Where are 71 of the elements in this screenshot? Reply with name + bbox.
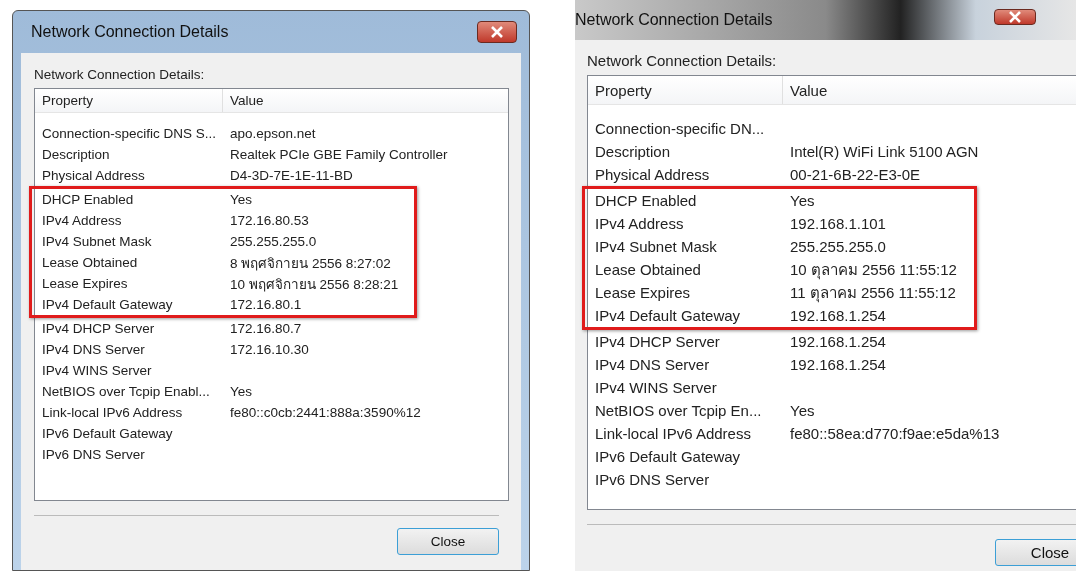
property-name: IPv4 Subnet Mask — [594, 238, 718, 255]
property-value: Yes — [229, 192, 253, 207]
property-name: Lease Obtained — [594, 261, 702, 278]
property-value: 10 ตุลาคม 2556 11:55:12 — [789, 259, 957, 282]
property-name: IPv4 Address — [41, 213, 123, 228]
property-name: IPv4 WINS Server — [41, 363, 153, 378]
property-name: IPv6 Default Gateway — [41, 426, 174, 441]
close-button[interactable] — [994, 9, 1036, 25]
column-header[interactable]: Property — [35, 89, 223, 112]
property-value: 10 พฤศจิกายน 2556 8:28:21 — [229, 275, 399, 294]
property-value: 00-21-6B-22-E3-0E — [789, 166, 921, 183]
property-name: IPv4 DNS Server — [41, 342, 146, 357]
property-value: 11 ตุลาคม 2556 11:55:12 — [789, 282, 956, 305]
property-value: 172.16.80.53 — [229, 213, 309, 228]
property-name: Link-local IPv6 Address — [41, 405, 184, 420]
property-value: Intel(R) WiFi Link 5100 AGN — [789, 143, 979, 160]
property-value: Realtek PCIe GBE Family Controller — [229, 147, 448, 162]
property-value: 172.16.80.7 — [229, 321, 302, 336]
property-value: 192.168.1.254 — [789, 356, 886, 373]
window-title: Network Connection Details — [31, 23, 229, 41]
column-header[interactable]: Value — [783, 76, 828, 104]
property-name: Lease Obtained — [41, 255, 139, 270]
property-name: NetBIOS over Tcpip En... — [594, 402, 763, 419]
section-label: Network Connection Details: — [587, 52, 778, 69]
property-name: NetBIOS over Tcpip Enabl... — [41, 384, 211, 399]
property-value: 192.168.1.254 — [789, 333, 886, 350]
property-name: Lease Expires — [594, 284, 692, 301]
property-name: IPv6 DNS Server — [41, 447, 146, 462]
property-name: IPv4 DHCP Server — [41, 321, 156, 336]
column-header[interactable]: Value — [223, 89, 264, 112]
property-name: Physical Address — [41, 168, 146, 183]
property-name: IPv4 DNS Server — [594, 356, 711, 373]
property-name: Lease Expires — [41, 276, 129, 291]
column-header[interactable]: Property — [588, 76, 783, 104]
property-name: DHCP Enabled — [41, 192, 135, 207]
property-name: IPv4 Address — [594, 215, 685, 232]
section-label: Network Connection Details: — [34, 67, 206, 82]
close-button[interactable]: Close — [995, 539, 1076, 566]
property-name: Description — [41, 147, 111, 162]
property-value: D4-3D-7E-1E-11-BD — [229, 168, 353, 183]
property-value: 192.168.1.101 — [789, 215, 886, 232]
property-name: IPv4 Default Gateway — [594, 307, 742, 324]
property-value: 192.168.1.254 — [789, 307, 886, 324]
close-icon — [1008, 11, 1022, 23]
property-value: 8 พฤศจิกายน 2556 8:27:02 — [229, 254, 391, 273]
property-value: fe80::c0cb:2441:888a:3590%12 — [229, 405, 421, 420]
window-title: Network Connection Details — [575, 11, 773, 29]
property-name: DHCP Enabled — [594, 192, 698, 209]
property-name: Link-local IPv6 Address — [594, 425, 752, 442]
property-value: 255.255.255.0 — [789, 238, 886, 255]
property-name: IPv4 Subnet Mask — [41, 234, 153, 249]
property-value: 172.16.10.30 — [229, 342, 309, 357]
property-name: Description — [594, 143, 672, 160]
property-value: 172.16.80.1 — [229, 297, 302, 312]
property-name: Physical Address — [594, 166, 711, 183]
property-value: Yes — [229, 384, 253, 399]
property-name: IPv6 DNS Server — [594, 471, 711, 488]
property-value: fe80::58ea:d770:f9ae:e5da%13 — [789, 425, 1000, 442]
property-value: Yes — [789, 192, 815, 209]
property-name: IPv4 DHCP Server — [594, 333, 721, 350]
property-name: IPv6 Default Gateway — [594, 448, 742, 465]
close-button[interactable]: Close — [397, 528, 499, 555]
property-name: IPv4 WINS Server — [594, 379, 718, 396]
close-icon — [490, 26, 504, 38]
property-name: Connection-specific DNS S... — [41, 126, 218, 141]
property-value: apo.epson.net — [229, 126, 316, 141]
property-value: Yes — [789, 402, 815, 419]
property-name: IPv4 Default Gateway — [41, 297, 174, 312]
property-name: Connection-specific DN... — [594, 120, 766, 137]
property-value: 255.255.255.0 — [229, 234, 317, 249]
close-button[interactable] — [477, 21, 517, 43]
